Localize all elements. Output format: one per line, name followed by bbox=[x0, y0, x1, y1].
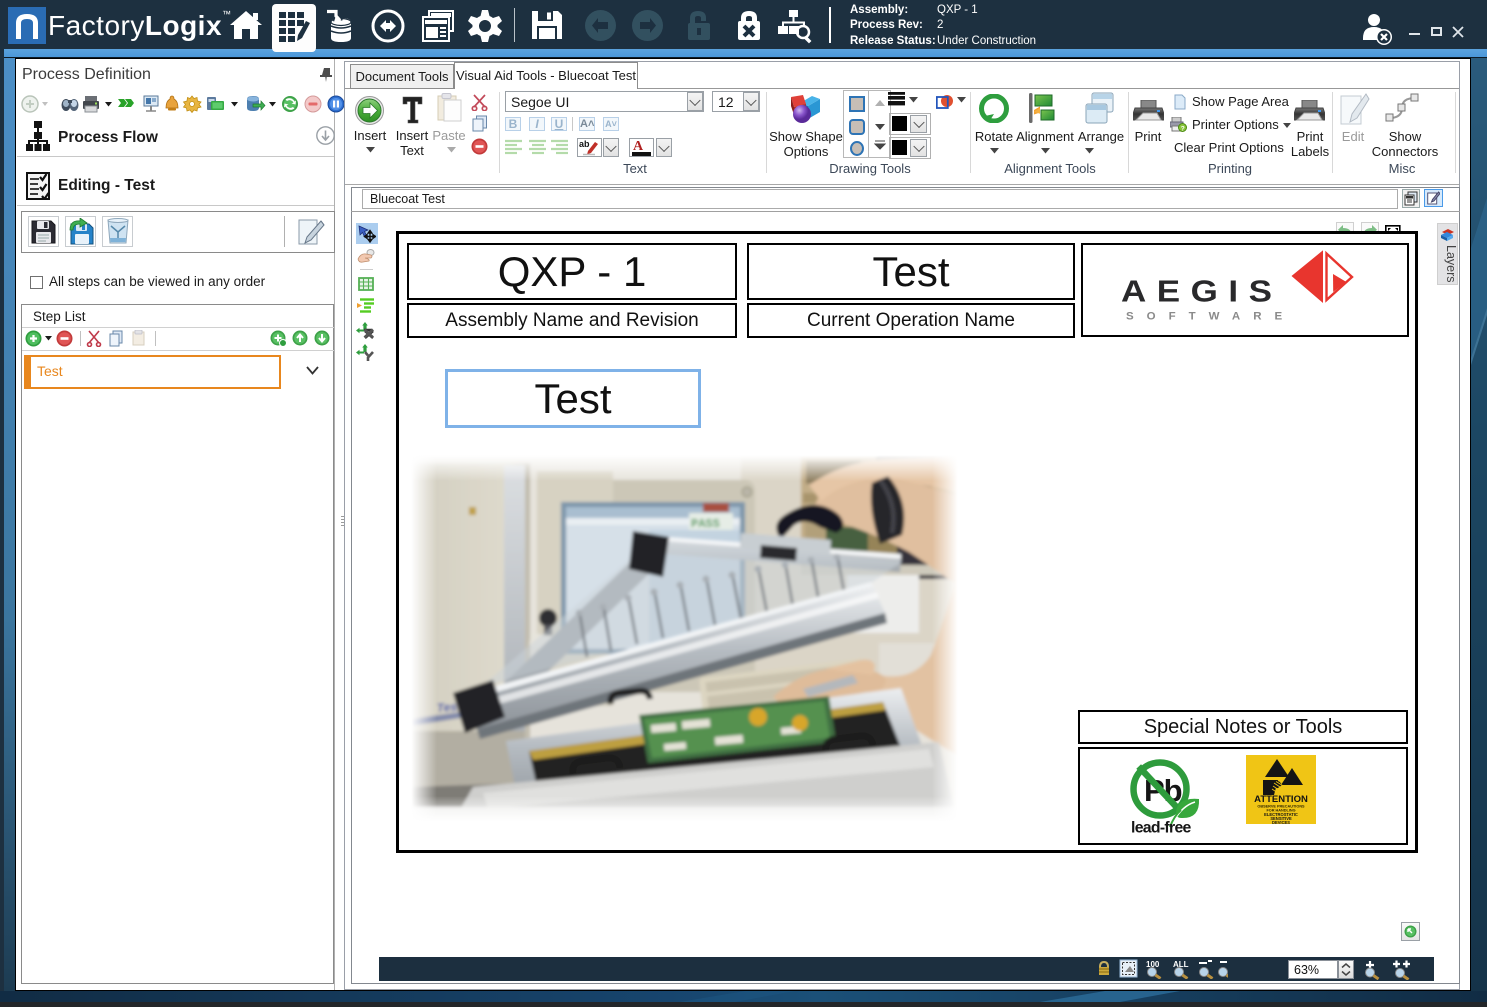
svg-text:OBSERVE PRECAUTIONS: OBSERVE PRECAUTIONS bbox=[1257, 805, 1305, 809]
svg-text:PASS: PASS bbox=[691, 517, 720, 531]
svg-text:ATTENTION: ATTENTION bbox=[1254, 794, 1308, 805]
svg-text:DEVICES: DEVICES bbox=[1272, 820, 1290, 824]
svg-text:ab: ab bbox=[579, 139, 590, 149]
svg-text:lead-free: lead-free bbox=[1131, 819, 1192, 836]
svg-text:?: ? bbox=[1181, 125, 1185, 132]
